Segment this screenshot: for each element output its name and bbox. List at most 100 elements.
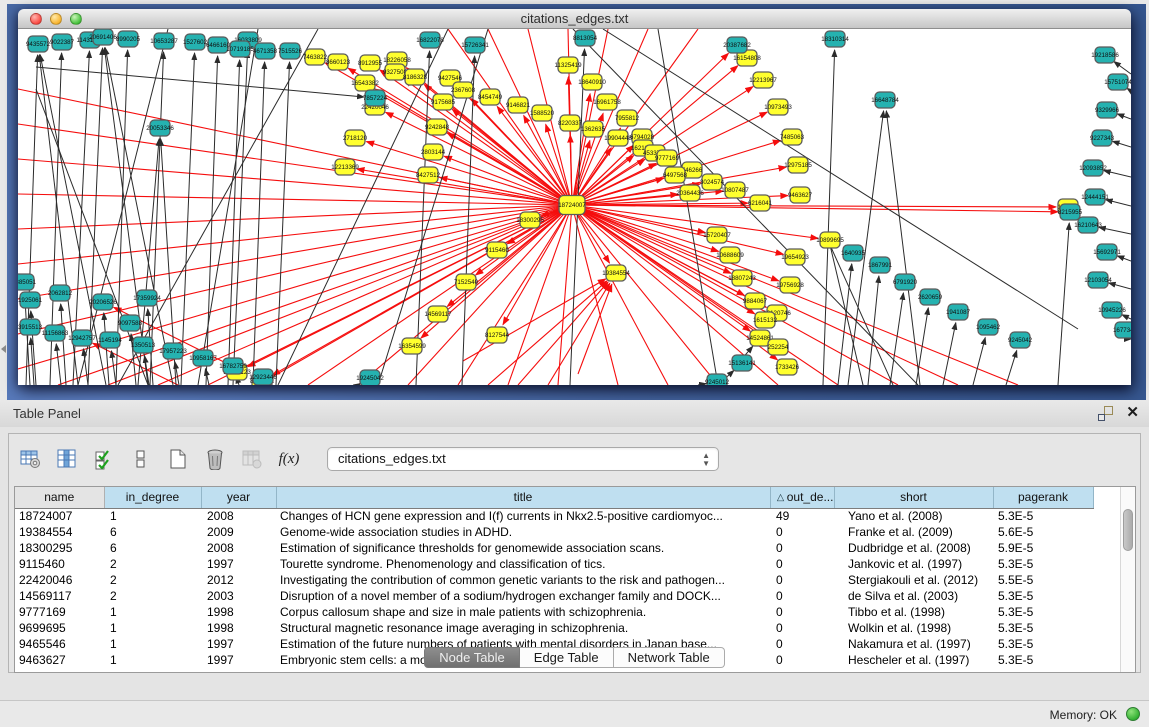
- table-row[interactable]: 977716911998Corpus callosum shape and si…: [15, 604, 1093, 620]
- network-node[interactable]: 1145194: [98, 332, 122, 348]
- network-node[interactable]: 2718120: [343, 130, 368, 146]
- network-node[interactable]: 12444151: [1081, 189, 1109, 205]
- network-node[interactable]: 1362635: [581, 121, 606, 137]
- network-node[interactable]: 18724007: [558, 196, 586, 215]
- network-node[interactable]: 8427512: [416, 167, 441, 183]
- network-node[interactable]: 14569117: [424, 306, 452, 322]
- network-node[interactable]: 7152540: [454, 274, 479, 290]
- network-node[interactable]: 1615132: [753, 312, 778, 328]
- network-node[interactable]: 20206526: [89, 294, 117, 310]
- network-node[interactable]: 10807487: [721, 182, 749, 198]
- change-table-mode-button[interactable]: [17, 446, 43, 472]
- network-node[interactable]: 9435572: [26, 36, 51, 52]
- network-node[interactable]: 1588520: [530, 105, 555, 121]
- network-node[interactable]: 19245042: [356, 370, 384, 385]
- column-header-pagerank[interactable]: pagerank: [993, 487, 1093, 508]
- network-node[interactable]: 12975185: [784, 157, 812, 173]
- network-node[interactable]: 17359924: [133, 290, 161, 306]
- network-node[interactable]: 1733426: [775, 359, 800, 375]
- delete-columns-button[interactable]: [202, 446, 228, 472]
- network-node[interactable]: 12213967: [749, 72, 777, 88]
- network-node[interactable]: 8454749: [478, 89, 503, 105]
- network-node[interactable]: 1527602: [183, 34, 208, 50]
- network-node[interactable]: 4671358: [253, 43, 278, 59]
- network-node[interactable]: 20387682: [723, 37, 751, 53]
- network-node[interactable]: 1640935: [841, 245, 866, 261]
- network-table-select[interactable]: citations_edges.txt ▲▼: [327, 447, 719, 471]
- network-node[interactable]: 10973493: [764, 99, 792, 115]
- network-window-titlebar[interactable]: citations_edges.txt: [18, 9, 1131, 29]
- network-node[interactable]: 9777169: [655, 150, 680, 166]
- network-node[interactable]: 8220337: [558, 115, 583, 131]
- network-node[interactable]: 9175685: [431, 94, 456, 110]
- table-row[interactable]: 1456911722003Disruption of a novel membe…: [15, 588, 1093, 604]
- network-node[interactable]: 20053346: [146, 120, 174, 136]
- close-icon[interactable]: ✕: [1126, 403, 1139, 421]
- panel-collapse-arrow-icon[interactable]: [1, 345, 6, 353]
- network-node[interactable]: 1095462: [976, 319, 1001, 335]
- network-node[interactable]: 252254: [768, 339, 789, 355]
- network-node[interactable]: 8215955: [1058, 204, 1083, 220]
- function-builder-button[interactable]: f(x): [276, 446, 302, 472]
- network-node[interactable]: 17957223: [159, 343, 187, 359]
- network-node[interactable]: 19904448: [604, 130, 632, 146]
- show-columns-button[interactable]: [54, 446, 80, 472]
- network-node[interactable]: 18300295: [516, 212, 544, 228]
- column-header-title[interactable]: title: [276, 487, 770, 508]
- network-node[interactable]: 7955812: [615, 110, 640, 126]
- network-node[interactable]: 11156863: [42, 325, 69, 341]
- scrollbar-thumb[interactable]: [1123, 509, 1133, 551]
- network-node[interactable]: 10899695: [816, 232, 844, 248]
- vertical-scrollbar[interactable]: [1120, 487, 1135, 672]
- network-node[interactable]: 20691406: [89, 29, 117, 45]
- network-node[interactable]: 8813054: [573, 30, 598, 46]
- network-node[interactable]: 16822078: [416, 32, 444, 48]
- network-node[interactable]: 1941087: [946, 304, 971, 320]
- column-header-year[interactable]: year: [201, 487, 276, 508]
- network-node[interactable]: 9242848: [425, 119, 450, 135]
- network-node[interactable]: 12093852: [1079, 160, 1107, 176]
- table-row[interactable]: 969969511998Structural magnetic resonanc…: [15, 620, 1093, 636]
- select-all-columns-button[interactable]: [91, 446, 117, 472]
- network-node[interactable]: 9245042: [1008, 332, 1033, 348]
- network-node[interactable]: 16354599: [398, 338, 426, 354]
- network-node[interactable]: 15136141: [728, 355, 756, 371]
- network-node[interactable]: 6216041: [748, 195, 773, 211]
- tab-node-table[interactable]: Node Table: [424, 647, 520, 668]
- column-header-name[interactable]: name: [15, 487, 104, 508]
- table-row[interactable]: 2242004622012Investigating the contribut…: [15, 572, 1093, 588]
- network-node[interactable]: 6497568: [663, 167, 688, 183]
- network-node[interactable]: 10688609: [716, 247, 744, 263]
- network-node[interactable]: 19218586: [1091, 47, 1119, 63]
- network-node[interactable]: 7463822: [303, 49, 328, 65]
- hide-columns-button[interactable]: [128, 446, 154, 472]
- network-node[interactable]: 9022387: [50, 34, 75, 50]
- network-node[interactable]: 3915513: [18, 319, 43, 335]
- network-node[interactable]: 8127544: [485, 327, 510, 343]
- table-row[interactable]: 1938455462009Genome-wide association stu…: [15, 524, 1093, 540]
- network-node[interactable]: 15751074: [1104, 74, 1131, 90]
- network-node[interactable]: 12103054: [1084, 272, 1112, 288]
- network-node[interactable]: 8990205: [116, 31, 141, 47]
- network-node[interactable]: 2367608: [451, 82, 476, 98]
- create-new-column-button[interactable]: [165, 446, 191, 472]
- network-node[interactable]: 9115460: [485, 242, 509, 258]
- network-node[interactable]: 10719185: [226, 41, 254, 57]
- network-node[interactable]: 1677343: [1113, 322, 1131, 338]
- table-row[interactable]: 1872400712008Changes of HCN gene express…: [15, 508, 1093, 524]
- network-node[interactable]: 9329966: [1095, 102, 1120, 118]
- network-node[interactable]: 10945226: [1098, 302, 1126, 318]
- network-node[interactable]: 9146821: [506, 97, 531, 113]
- network-node[interactable]: 19756928: [776, 277, 804, 293]
- network-node[interactable]: 7857224: [363, 90, 388, 106]
- network-node[interactable]: 12923446: [249, 369, 277, 385]
- network-node[interactable]: 10958167: [189, 350, 217, 366]
- network-node[interactable]: 1350513: [131, 337, 156, 353]
- network-node[interactable]: 11325419: [554, 57, 582, 73]
- network-node[interactable]: 15692971: [1093, 244, 1121, 260]
- network-node[interactable]: 2803144: [421, 144, 446, 160]
- network-node[interactable]: 2062812: [48, 285, 73, 301]
- column-header-in_degree[interactable]: in_degree: [104, 487, 201, 508]
- network-canvas[interactable]: 8912955182260589327508165433828186328942…: [18, 29, 1131, 385]
- network-node[interactable]: 9097588: [118, 315, 143, 331]
